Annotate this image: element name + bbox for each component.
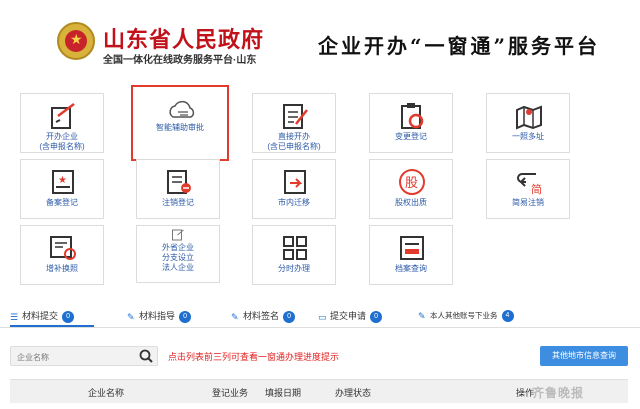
tile-city-migration[interactable]: 市内迁移 bbox=[252, 159, 336, 219]
count-badge: 0 bbox=[370, 310, 383, 323]
platform-title: 企业开办“一窗通”服务平台 bbox=[318, 34, 601, 58]
simple-cancel-icon: 简 bbox=[517, 173, 542, 196]
tile-label: 股权出质 bbox=[395, 198, 427, 207]
tile-label: 直接开办 bbox=[278, 132, 310, 141]
status-tabs: ☰ 材料提交 0 ✎ 材料指导 0 ✎ 材料签名 0 ▭ 提交申请 0 ✎ 本人其他账号下业务 4 bbox=[0, 306, 640, 328]
column-header: 登记业务 bbox=[212, 388, 249, 398]
tile-change-registration[interactable]: 变更登记 bbox=[369, 93, 453, 153]
tile-open-enterprise[interactable]: 开办企业 (含申报名称) bbox=[20, 93, 104, 153]
column-header: 企业名称 bbox=[88, 388, 125, 398]
tile-label: 智能辅助审批 bbox=[156, 123, 204, 132]
svg-text:★: ★ bbox=[58, 175, 67, 186]
move-document-icon bbox=[284, 170, 306, 194]
tile-simple-cancellation[interactable]: 简 简易注销 bbox=[486, 159, 570, 219]
header: 山东省人民政府 全国一体化在线政务服务平台·山东 企业开办“一窗通”服务平台 bbox=[0, 0, 640, 82]
map-icon bbox=[516, 105, 542, 130]
progress-hint: 点击列表前三列可查看一窗通办理进度提示 bbox=[168, 352, 340, 362]
tile-label: 开办企业 bbox=[46, 132, 78, 141]
grid-icon bbox=[283, 236, 307, 260]
edit-icon: ✎ bbox=[231, 312, 239, 322]
monitor-icon: ▭ bbox=[318, 312, 327, 322]
tile-license-replacement[interactable]: 增补换照 bbox=[20, 225, 104, 285]
service-tiles: 开办企业 (含申报名称) 智能辅助审批 直接开办 (含已申报名称) 变更登记 一照多… bbox=[0, 85, 640, 293]
tile-sublabel: 分支设立 bbox=[162, 253, 194, 262]
gov-title: 山东省人民政府 bbox=[103, 27, 265, 53]
tile-label: 外省企业 bbox=[162, 243, 194, 252]
count-badge: 0 bbox=[62, 310, 75, 323]
tile-multi-address[interactable]: 一照多址 bbox=[486, 93, 570, 153]
tile-label: 分时办理 bbox=[278, 264, 310, 273]
tab-submit-application[interactable]: ▭ 提交申请 0 bbox=[318, 309, 383, 327]
tile-outside-branch[interactable]: 外省企业 分支设立 法人企业 bbox=[136, 225, 220, 283]
tile-label: 简易注销 bbox=[512, 198, 544, 207]
tile-direct-open[interactable]: 直接开办 (含已申报名称) bbox=[252, 93, 336, 153]
tile-label: 注销登记 bbox=[162, 198, 194, 207]
svg-text:股: 股 bbox=[405, 176, 418, 191]
cancel-document-icon bbox=[167, 170, 191, 194]
search-box bbox=[10, 346, 158, 367]
edit-icon: ✎ bbox=[127, 312, 135, 322]
pen-document-icon bbox=[283, 104, 308, 129]
search-icon[interactable] bbox=[139, 349, 153, 363]
tile-label: 档案查询 bbox=[395, 264, 427, 273]
national-emblem-icon bbox=[57, 22, 95, 60]
branch-icon bbox=[172, 229, 184, 241]
tab-material-submit[interactable]: ☰ 材料提交 0 bbox=[10, 309, 94, 327]
list-icon: ☰ bbox=[10, 312, 19, 322]
tile-sublabel: (含申报名称) bbox=[39, 142, 85, 151]
column-header: 办理状态 bbox=[335, 388, 372, 398]
tile-smart-approval[interactable]: 智能辅助审批 bbox=[131, 85, 229, 161]
tile-label: 变更登记 bbox=[395, 132, 427, 141]
tile-time-slot[interactable]: 分时办理 bbox=[252, 225, 336, 285]
count-badge: 0 bbox=[179, 310, 192, 323]
search-input[interactable] bbox=[11, 348, 131, 367]
stock-icon: 股 bbox=[399, 169, 425, 195]
tile-sublabel-2: 法人企业 bbox=[162, 263, 194, 272]
archive-icon bbox=[400, 236, 424, 260]
tile-label: 市内迁移 bbox=[278, 198, 310, 207]
tile-label: 一照多址 bbox=[512, 132, 544, 141]
tab-other-accounts[interactable]: ✎ 本人其他账号下业务 4 bbox=[418, 309, 514, 327]
tab-material-sign[interactable]: ✎ 材料签名 0 bbox=[231, 309, 296, 327]
watermark: 齐鲁晚报 bbox=[532, 386, 585, 400]
column-header: 填报日期 bbox=[265, 388, 302, 398]
tile-label: 增补换照 bbox=[46, 264, 78, 273]
tile-cancellation[interactable]: 注销登记 bbox=[136, 159, 220, 219]
refresh-clipboard-icon bbox=[401, 103, 424, 129]
gov-subtitle: 全国一体化在线政务服务平台·山东 bbox=[103, 55, 257, 66]
star-folder-icon: ★ bbox=[52, 170, 74, 194]
tile-sublabel: (含已申报名称) bbox=[267, 142, 321, 151]
tile-archive-query[interactable]: 档案查询 bbox=[369, 225, 453, 285]
cloud-icon bbox=[169, 100, 195, 118]
certificate-icon bbox=[50, 236, 76, 260]
other-city-query-button[interactable]: 其他地市信息查询 bbox=[540, 346, 628, 366]
edit-document-icon bbox=[51, 103, 75, 129]
tile-label: 备案登记 bbox=[46, 198, 78, 207]
tile-filing[interactable]: ★ 备案登记 bbox=[20, 159, 104, 219]
tab-material-guide[interactable]: ✎ 材料指导 0 bbox=[127, 309, 192, 327]
tile-equity-pledge[interactable]: 股 股权出质 bbox=[369, 159, 453, 219]
count-badge: 4 bbox=[501, 310, 514, 323]
svg-text:简: 简 bbox=[531, 182, 542, 196]
count-badge: 0 bbox=[283, 310, 296, 323]
edit-icon: ✎ bbox=[418, 311, 426, 321]
